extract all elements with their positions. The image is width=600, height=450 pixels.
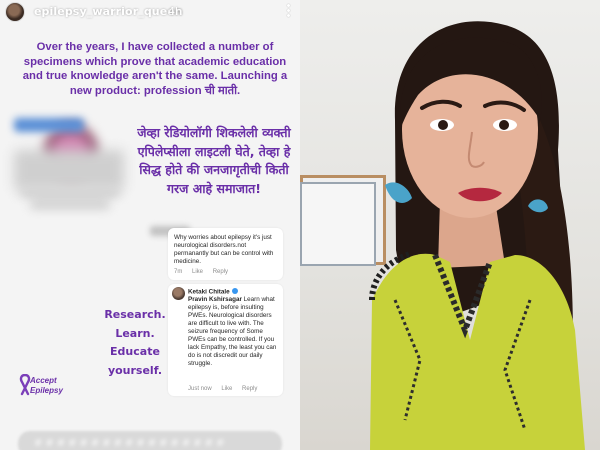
comment-meta: 7m Like Reply bbox=[174, 269, 236, 275]
blurred-block bbox=[14, 150, 124, 190]
comment-like-link[interactable]: Like bbox=[192, 269, 203, 275]
educate-line: Educate bbox=[110, 345, 160, 358]
more-options-icon[interactable] bbox=[285, 4, 291, 20]
research-text: Research. Learn. Educate yourself. bbox=[100, 306, 170, 380]
comment-mention[interactable]: Pravin Kshirsagar bbox=[188, 296, 242, 303]
comment-reply-link[interactable]: Reply bbox=[213, 269, 228, 275]
portrait-photo bbox=[300, 0, 600, 450]
story-caption-english: Over the years, I have collected a numbe… bbox=[22, 41, 288, 97]
story-timestamp: 4h bbox=[168, 5, 182, 18]
reply-comment-card: Ketaki Chitale Pravin Kshirsagar Learn w… bbox=[168, 284, 283, 396]
comment-age: 7m bbox=[174, 269, 183, 275]
profile-avatar[interactable] bbox=[5, 2, 25, 22]
commenter-avatar[interactable] bbox=[172, 287, 185, 300]
story-caption-marathi: जेव्हा रेडियोलॉगी शिकलेली व्यक्ती एपिलेप… bbox=[137, 125, 291, 196]
reply-reply-link[interactable]: Reply bbox=[242, 386, 257, 392]
reply-comment-text: Pravin Kshirsagar Learn what epilepsy is… bbox=[188, 296, 280, 368]
research-line: Research. bbox=[104, 308, 166, 321]
learn-line: Learn. bbox=[115, 326, 155, 340]
reply-comment-age: Just now bbox=[188, 386, 212, 392]
reply-like-link[interactable]: Like bbox=[221, 386, 232, 392]
comment-author-name: Ketaki Chitale bbox=[188, 288, 230, 296]
yourself-line: yourself. bbox=[107, 363, 163, 377]
woman-portrait bbox=[369, 21, 585, 450]
accept-word: Accept bbox=[30, 376, 57, 385]
reply-comment-body: Learn what epilepsy is, before insulting… bbox=[188, 296, 277, 367]
accept-epilepsy-logo: Accept Epilepsy bbox=[18, 374, 88, 398]
epilepsy-word: Epilepsy bbox=[30, 386, 63, 395]
reply-comment-meta: Just now Like Reply bbox=[188, 386, 265, 392]
comment-text: Why worries about epilepsy it's just neu… bbox=[174, 234, 274, 265]
accept-epilepsy-text: Accept Epilepsy bbox=[30, 376, 63, 396]
instagram-story: epilepsy_warrior_queen 4h Over the years… bbox=[0, 0, 300, 450]
comment-author[interactable]: Ketaki Chitale bbox=[188, 288, 238, 296]
send-message-bar[interactable]: ################# bbox=[18, 431, 282, 450]
blurred-button bbox=[14, 118, 84, 132]
story-header: epilepsy_warrior_queen 4h bbox=[0, 0, 300, 24]
comment-card: Why worries about epilepsy it's just neu… bbox=[168, 228, 283, 280]
verified-icon bbox=[231, 288, 238, 294]
story-username[interactable]: epilepsy_warrior_queen bbox=[34, 5, 183, 18]
